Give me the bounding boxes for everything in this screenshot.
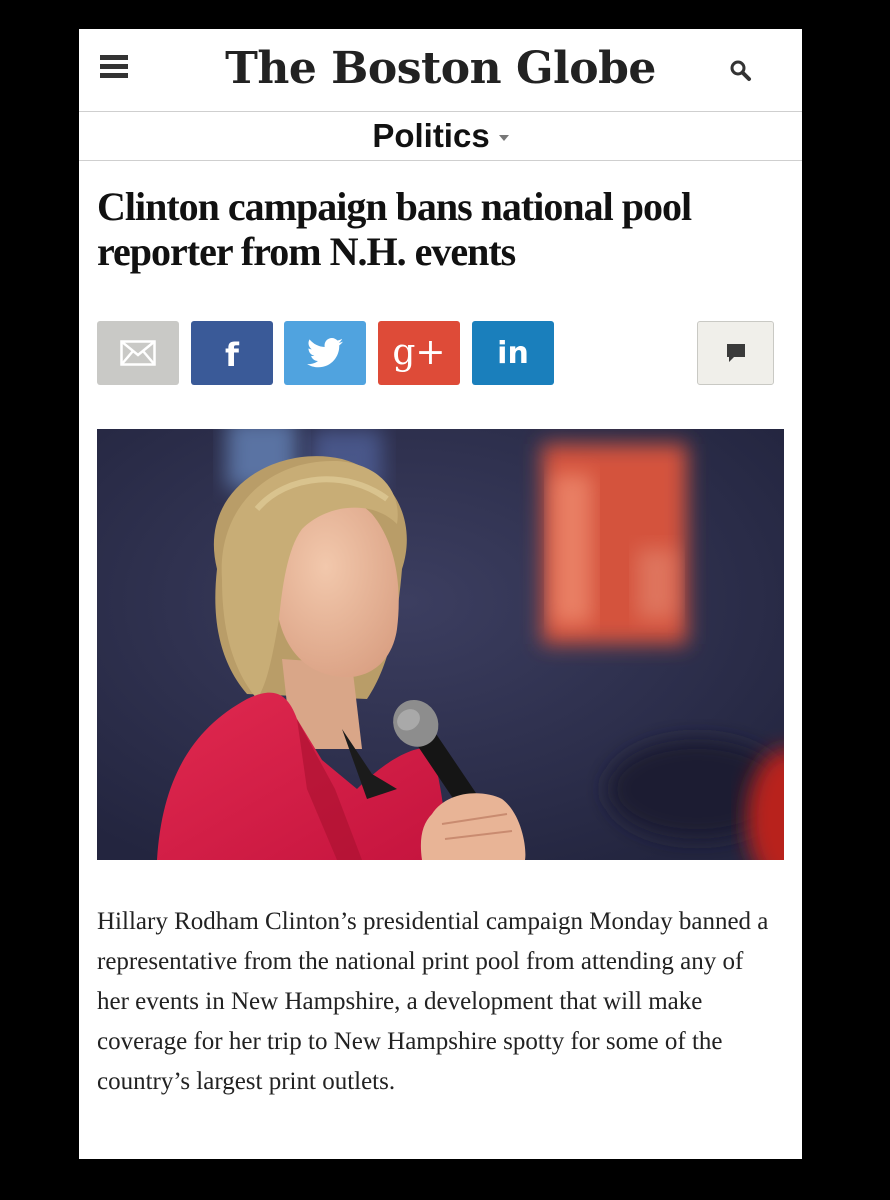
comment-icon: [726, 344, 745, 362]
section-nav: Politics: [79, 112, 802, 161]
chevron-down-icon: [498, 135, 509, 141]
twitter-bird-icon: [307, 338, 343, 368]
google-plus-icon: g+: [392, 331, 446, 373]
site-logo[interactable]: The Boston Globe: [79, 43, 802, 94]
article-headline: Clinton campaign bans national pool repo…: [97, 184, 692, 274]
email-icon: [120, 340, 156, 366]
google-plus-share-button[interactable]: g+: [378, 321, 460, 385]
masthead: The Boston Globe: [79, 29, 802, 112]
comments-button[interactable]: [697, 321, 774, 385]
article-photo: [97, 429, 784, 860]
article-body: Hillary Rodham Clinton’s presidential ca…: [97, 908, 769, 1095]
email-share-button[interactable]: [97, 321, 179, 385]
section-dropdown[interactable]: Politics: [372, 117, 509, 155]
search-icon[interactable]: [729, 59, 753, 83]
article-page: The Boston Globe Politics Clinton campai…: [79, 29, 802, 1159]
linkedin-share-button[interactable]: in: [472, 321, 554, 385]
facebook-share-button[interactable]: f: [191, 321, 273, 385]
facebook-icon: f: [225, 336, 239, 374]
share-bar: f g+ in: [97, 321, 774, 385]
section-label: Politics: [372, 117, 490, 154]
linkedin-icon: in: [497, 335, 529, 371]
twitter-share-button[interactable]: [284, 321, 366, 385]
